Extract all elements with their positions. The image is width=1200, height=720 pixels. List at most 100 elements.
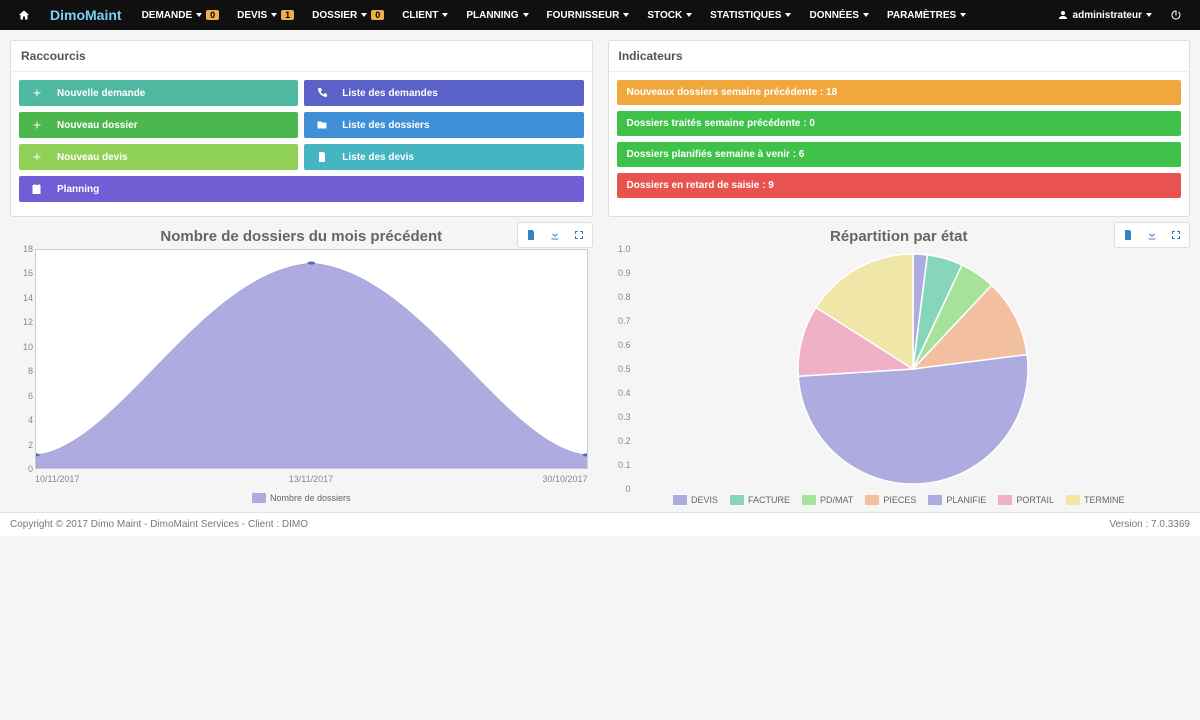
btn-label: Liste des demandes [342, 88, 438, 99]
chevron-down-icon [623, 13, 629, 17]
chevron-down-icon [361, 13, 367, 17]
export-data-button[interactable] [521, 226, 541, 244]
panel-body: Nouveaux dossiers semaine précédente : 1… [609, 72, 1190, 212]
nav-label: CLIENT [402, 10, 438, 21]
nav-label: PARAMÈTRES [887, 10, 956, 21]
nav-label: DEVIS [237, 10, 267, 21]
nouvelle-demande-button[interactable]: Nouvelle demande [19, 80, 298, 106]
nav-badge: 0 [206, 10, 219, 20]
nav-dossier[interactable]: DOSSIER 0 [304, 0, 392, 30]
nav-statistiques[interactable]: STATISTIQUES [702, 0, 799, 30]
chart-legend: Nombre de dossiers [10, 489, 593, 505]
download-button[interactable] [545, 226, 565, 244]
indicator-dossiers-retard[interactable]: Dossiers en retard de saisie : 9 [617, 173, 1182, 198]
footer-version: Version : 7.0.3369 [1109, 519, 1190, 530]
nav-right: administrateur [1049, 0, 1190, 30]
legend-label: Nombre de dossiers [270, 493, 351, 503]
indicator-dossiers-planifies[interactable]: Dossiers planifiés semaine à venir : 6 [617, 142, 1182, 167]
folder-icon [312, 119, 332, 131]
nav-demande[interactable]: DEMANDE0 [134, 0, 228, 30]
nouveau-devis-button[interactable]: Nouveau devis [19, 144, 298, 170]
liste-dossiers-button[interactable]: Liste des dossiers [304, 112, 583, 138]
logout-button[interactable] [1162, 0, 1190, 30]
liste-devis-button[interactable]: Liste des devis [304, 144, 583, 170]
indicator-nouveaux-dossiers[interactable]: Nouveaux dossiers semaine précédente : 1… [617, 80, 1182, 105]
user-label: administrateur [1073, 10, 1142, 21]
fullscreen-button[interactable] [569, 226, 589, 244]
x-tick: 13/11/2017 [289, 474, 333, 484]
panel-body: Nouvelle demande Liste des demandes Nouv… [11, 72, 592, 216]
chevron-down-icon [196, 13, 202, 17]
nav-label: STATISTIQUES [710, 10, 781, 21]
user-menu[interactable]: administrateur [1049, 0, 1160, 30]
plus-icon [27, 151, 47, 163]
chart-toolbar [517, 222, 593, 248]
chart-legend: DEVISFACTUREPD/MATPIECESPLANIFIEPORTAILT… [608, 489, 1191, 507]
btn-label: Nouveau devis [57, 152, 128, 163]
home-icon[interactable] [10, 0, 38, 30]
chevron-down-icon [686, 13, 692, 17]
btn-label: Planning [57, 184, 99, 195]
x-tick: 10/11/2017 [35, 474, 79, 484]
y-axis: 024681012141618 [10, 249, 35, 469]
chevron-down-icon [785, 13, 791, 17]
navbar: DimoMaint DEMANDE0 DEVIS 1 DOSSIER 0 CLIEN… [0, 0, 1200, 30]
plus-icon [27, 87, 47, 99]
nav-label: DOSSIER [312, 10, 357, 21]
nouveau-dossier-button[interactable]: Nouveau dossier [19, 112, 298, 138]
legend-swatch [252, 493, 266, 503]
y-axis: 00.10.20.30.40.50.60.70.80.91.0 [608, 249, 633, 489]
btn-label: Liste des dossiers [342, 120, 429, 131]
chart-repartition-etat: Répartition par état 00.10.20.30.40.50.6… [608, 222, 1191, 507]
calendar-icon [27, 183, 47, 195]
panel-raccourcis: Raccourcis Nouvelle demande Liste des de… [10, 40, 593, 217]
fullscreen-button[interactable] [1166, 226, 1186, 244]
nav-client[interactable]: CLIENT [394, 0, 456, 30]
nav-devis[interactable]: DEVIS 1 [229, 0, 302, 30]
btn-label: Liste des devis [342, 152, 414, 163]
download-button[interactable] [1142, 226, 1162, 244]
chart-toolbar [1114, 222, 1190, 248]
nav-label: PLANNING [466, 10, 518, 21]
nav-label: DONNÉES [809, 10, 858, 21]
chart-title: Nombre de dossiers du mois précédent [10, 222, 593, 249]
area-plot-svg [36, 250, 587, 468]
footer-copyright: Copyright © 2017 Dimo Maint - DimoMaint … [10, 519, 308, 530]
nav-planning[interactable]: PLANNING [458, 0, 536, 30]
nav-badge: 0 [371, 10, 384, 20]
chart-dossiers-mois: Nombre de dossiers du mois précédent 024… [10, 222, 593, 507]
plot [35, 249, 588, 469]
pie-plot-svg [668, 249, 1128, 489]
nav-stock[interactable]: STOCK [639, 0, 700, 30]
chevron-down-icon [1146, 13, 1152, 17]
plus-icon [27, 119, 47, 131]
phone-icon [312, 87, 332, 99]
chevron-down-icon [442, 13, 448, 17]
export-data-button[interactable] [1118, 226, 1138, 244]
panel-indicateurs: Indicateurs Nouveaux dossiers semaine pr… [608, 40, 1191, 217]
planning-button[interactable]: Planning [19, 176, 584, 202]
pie-wrap: 00.10.20.30.40.50.60.70.80.91.0 [608, 249, 1191, 489]
nav-left: DimoMaint DEMANDE0 DEVIS 1 DOSSIER 0 CLIEN… [10, 0, 974, 30]
x-axis: 10/11/2017 13/11/2017 30/10/2017 [35, 474, 588, 484]
liste-demandes-button[interactable]: Liste des demandes [304, 80, 583, 106]
chevron-down-icon [960, 13, 966, 17]
logo: DimoMaint [40, 7, 132, 23]
nav-badge: 1 [281, 10, 294, 20]
nav-donnees[interactable]: DONNÉES [801, 0, 876, 30]
document-icon [312, 151, 332, 163]
nav-label: STOCK [647, 10, 682, 21]
x-tick: 30/10/2017 [542, 474, 587, 484]
panel-title: Indicateurs [609, 41, 1190, 72]
main-grid: Raccourcis Nouvelle demande Liste des de… [0, 30, 1200, 222]
chart-title: Répartition par état [608, 222, 1191, 249]
nav-parametres[interactable]: PARAMÈTRES [879, 0, 974, 30]
btn-label: Nouveau dossier [57, 120, 138, 131]
chevron-down-icon [863, 13, 869, 17]
chevron-down-icon [523, 13, 529, 17]
indicator-dossiers-traites[interactable]: Dossiers traités semaine précédente : 0 [617, 111, 1182, 136]
chart-row: Nombre de dossiers du mois précédent 024… [0, 222, 1200, 512]
nav-fournisseur[interactable]: FOURNISSEUR [539, 0, 638, 30]
nav-label: FOURNISSEUR [547, 10, 620, 21]
btn-label: Nouvelle demande [57, 88, 145, 99]
